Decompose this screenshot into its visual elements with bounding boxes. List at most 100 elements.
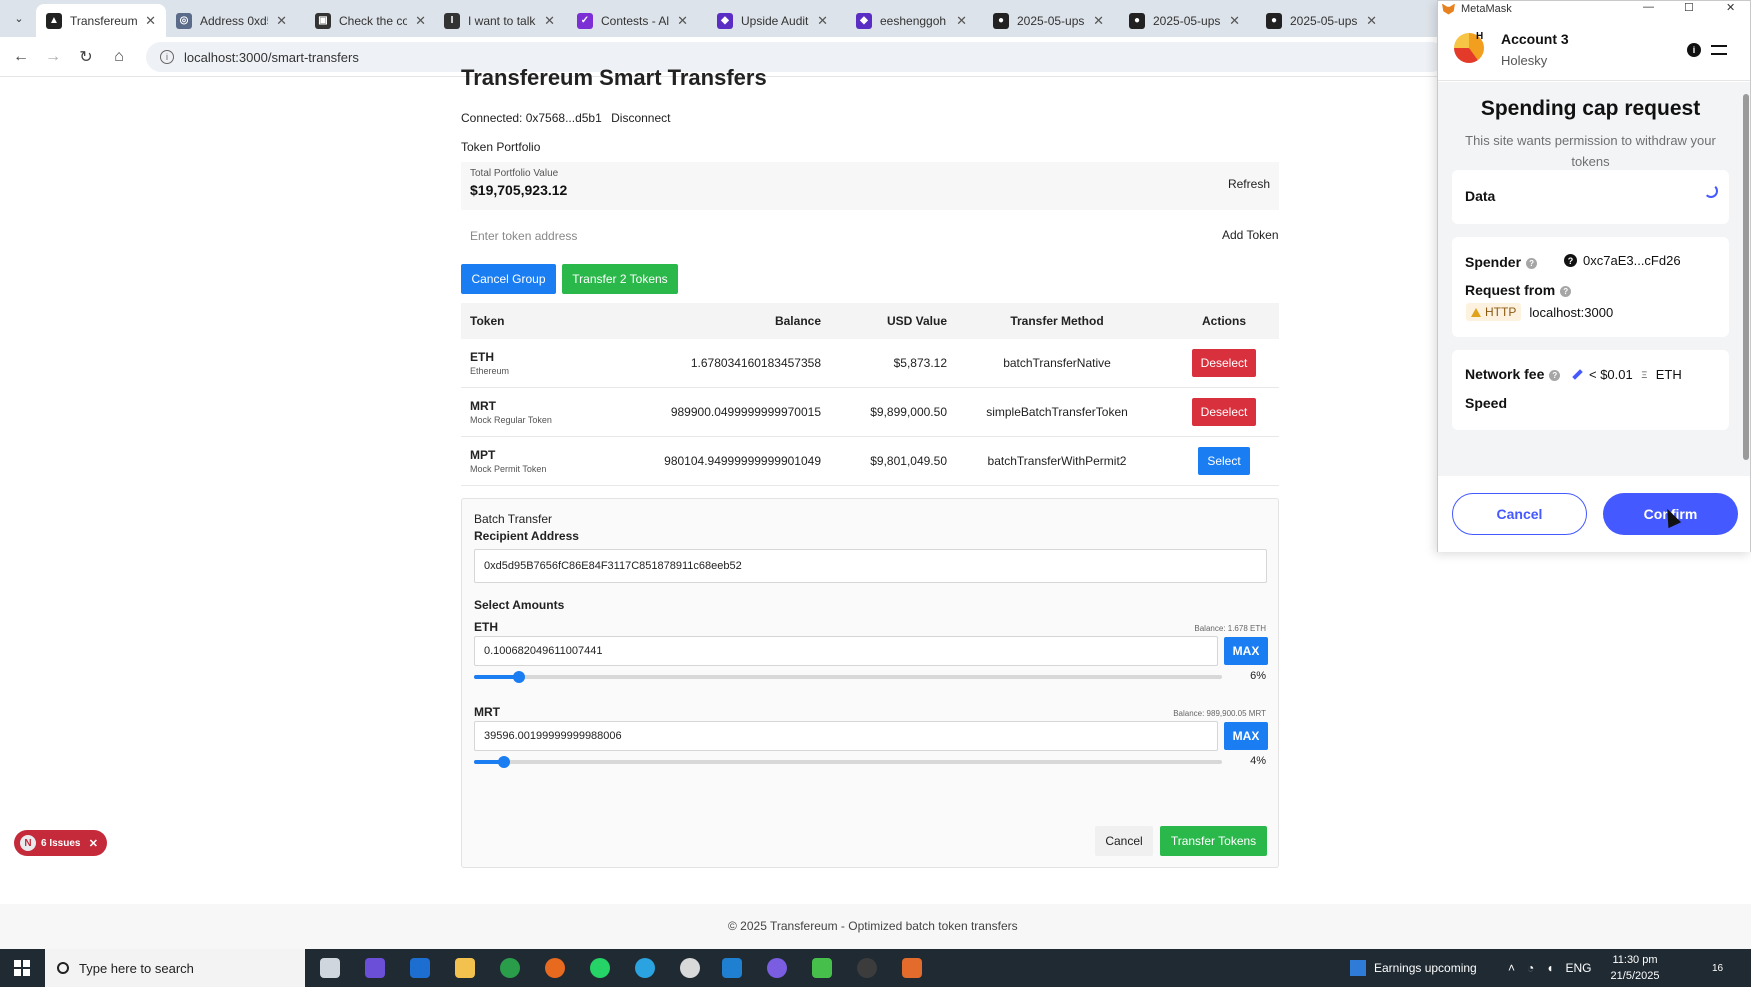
- clock[interactable]: 11:30 pm 21/5/2025: [1601, 952, 1669, 984]
- news-widget[interactable]: Earnings upcoming: [1350, 949, 1477, 987]
- window-close-icon[interactable]: ✕: [1726, 1, 1735, 14]
- request-help-icon[interactable]: ?: [1560, 285, 1572, 297]
- recipient-input[interactable]: [474, 549, 1267, 583]
- origin-text: localhost:3000: [1529, 304, 1614, 320]
- disconnect-button[interactable]: Disconnect: [611, 111, 670, 125]
- slider-thumb[interactable]: [512, 671, 525, 683]
- browser-tab[interactable]: I I want to talk to ✕: [434, 4, 565, 37]
- amount-slider[interactable]: [474, 671, 1222, 683]
- app-icon[interactable]: [680, 958, 700, 978]
- tab-title: eeshenggoh on: [880, 13, 948, 28]
- slider-thumb[interactable]: [497, 756, 510, 768]
- browser-tab[interactable]: ◆ Upside Audit | ✕: [707, 4, 838, 37]
- wifi-icon[interactable]: ◔: [1527, 961, 1534, 975]
- asset-symbol: MRT: [474, 705, 500, 719]
- telegram-icon[interactable]: [635, 958, 655, 978]
- browser-tab[interactable]: ● 2025-05-upside ✕: [1119, 4, 1250, 37]
- transfer-group-button[interactable]: Transfer 2 Tokens: [562, 264, 678, 294]
- browser-tab[interactable]: ▣ Check the code ✕: [305, 4, 436, 37]
- tab-close-icon[interactable]: ✕: [415, 13, 426, 29]
- task-view-icon[interactable]: [320, 958, 340, 978]
- tab-search-chevron-icon[interactable]: ⌄: [8, 7, 30, 29]
- fee-help-icon[interactable]: ?: [1549, 369, 1561, 381]
- taskbar-search[interactable]: Type here to search: [45, 949, 305, 987]
- search-icon: [57, 962, 69, 974]
- windows-start-icon[interactable]: [14, 960, 30, 976]
- method-cell: simpleBatchTransferToken: [986, 405, 1128, 419]
- tab-close-icon[interactable]: ✕: [677, 13, 688, 29]
- token-name: Ethereum: [470, 366, 510, 376]
- news-icon: [1350, 960, 1366, 976]
- browser-tab[interactable]: ▲ Transfereum - Smart ✕: [36, 4, 166, 37]
- balance-cell: 980104.94999999999901049: [664, 454, 821, 468]
- amount-percent: 6%: [1250, 670, 1266, 682]
- volume-icon[interactable]: ◖: [1546, 961, 1553, 975]
- tab-close-icon[interactable]: ✕: [544, 13, 555, 29]
- spender-help-icon[interactable]: ?: [1526, 257, 1538, 269]
- notifications-badge[interactable]: 16: [1712, 949, 1723, 987]
- tab-close-icon[interactable]: ✕: [956, 13, 967, 29]
- tab-close-icon[interactable]: ✕: [817, 13, 828, 29]
- connection-status: Connected: 0x7568...d5b1 Disconnect: [461, 111, 677, 125]
- browser-tab[interactable]: ✓ Contests - All ✕: [567, 4, 698, 37]
- nextjs-logo-icon: N: [20, 835, 36, 851]
- sliders-icon[interactable]: [1711, 43, 1727, 57]
- chevron-up-icon[interactable]: ˄: [1508, 961, 1515, 975]
- metamask-taskbar-icon[interactable]: [902, 958, 922, 978]
- metamask-fox-icon: [1442, 3, 1455, 15]
- max-button[interactable]: MAX: [1224, 637, 1268, 665]
- minimize-icon[interactable]: —: [1643, 1, 1654, 13]
- asset-balance: Balance: 1.678 ETH: [1194, 624, 1266, 633]
- file-explorer-icon[interactable]: [455, 958, 475, 978]
- site-info-icon[interactable]: i: [160, 50, 174, 64]
- row-action-button[interactable]: Deselect: [1191, 398, 1257, 426]
- edit-fee-icon[interactable]: [1572, 369, 1583, 380]
- tab-close-icon[interactable]: ✕: [1093, 13, 1104, 29]
- discord-icon[interactable]: [767, 958, 787, 978]
- browser-tab[interactable]: ◆ eeshenggoh on ✕: [846, 4, 977, 37]
- reload-icon[interactable]: ↻: [74, 45, 98, 69]
- refresh-button[interactable]: Refresh: [1228, 177, 1270, 191]
- batch-cancel-button[interactable]: Cancel: [1095, 826, 1153, 856]
- app-green-icon[interactable]: [812, 958, 832, 978]
- browser-tab[interactable]: ● 2025-05-upside ✕: [983, 4, 1114, 37]
- chrome-icon[interactable]: [500, 958, 520, 978]
- header-token: Token: [470, 314, 505, 328]
- token-address-input[interactable]: [461, 224, 1181, 248]
- max-button[interactable]: MAX: [1224, 722, 1268, 750]
- add-token-button[interactable]: Add Token: [1222, 228, 1279, 242]
- amount-input[interactable]: [474, 721, 1218, 751]
- forward-arrow-icon[interactable]: →: [41, 45, 65, 69]
- url-text: localhost:3000/smart-transfers: [184, 49, 359, 65]
- vscode-icon[interactable]: [722, 958, 742, 978]
- tab-close-icon[interactable]: ✕: [276, 13, 287, 29]
- close-icon[interactable]: ✕: [89, 837, 98, 850]
- outlook-icon[interactable]: [410, 958, 430, 978]
- whatsapp-icon[interactable]: [590, 958, 610, 978]
- amount-input[interactable]: [474, 636, 1218, 666]
- copilot-icon[interactable]: [365, 958, 385, 978]
- home-icon[interactable]: ⌂: [107, 45, 131, 69]
- row-action-button[interactable]: Select: [1198, 447, 1250, 475]
- browser-tab[interactable]: ● 2025-05-upside ✕: [1256, 4, 1387, 37]
- browser-tab[interactable]: ◎ Address 0xd5d95 ✕: [166, 4, 297, 37]
- metamask-cancel-button[interactable]: Cancel: [1452, 493, 1587, 535]
- chrome-dev-icon[interactable]: [857, 958, 877, 978]
- scrollbar[interactable]: [1743, 94, 1749, 460]
- spender-address[interactable]: ? 0xc7aE3...cFd26: [1564, 253, 1681, 268]
- info-icon[interactable]: i: [1687, 43, 1701, 57]
- firefox-icon[interactable]: [545, 958, 565, 978]
- maximize-icon[interactable]: ☐: [1684, 1, 1694, 14]
- address-bar[interactable]: i localhost:3000/smart-transfers: [146, 42, 1446, 72]
- tab-close-icon[interactable]: ✕: [1229, 13, 1240, 29]
- row-action-button[interactable]: Deselect: [1191, 349, 1257, 377]
- language-indicator[interactable]: ENG: [1566, 961, 1592, 975]
- tab-close-icon[interactable]: ✕: [145, 13, 156, 29]
- amount-slider[interactable]: [474, 756, 1222, 768]
- tab-close-icon[interactable]: ✕: [1366, 13, 1377, 29]
- issues-badge[interactable]: N 6 Issues ✕: [14, 830, 107, 856]
- transfer-tokens-button[interactable]: Transfer Tokens: [1160, 826, 1267, 856]
- eth-icon: Ξ: [1641, 369, 1648, 380]
- back-arrow-icon[interactable]: ←: [9, 45, 33, 69]
- cancel-group-button[interactable]: Cancel Group: [461, 264, 556, 294]
